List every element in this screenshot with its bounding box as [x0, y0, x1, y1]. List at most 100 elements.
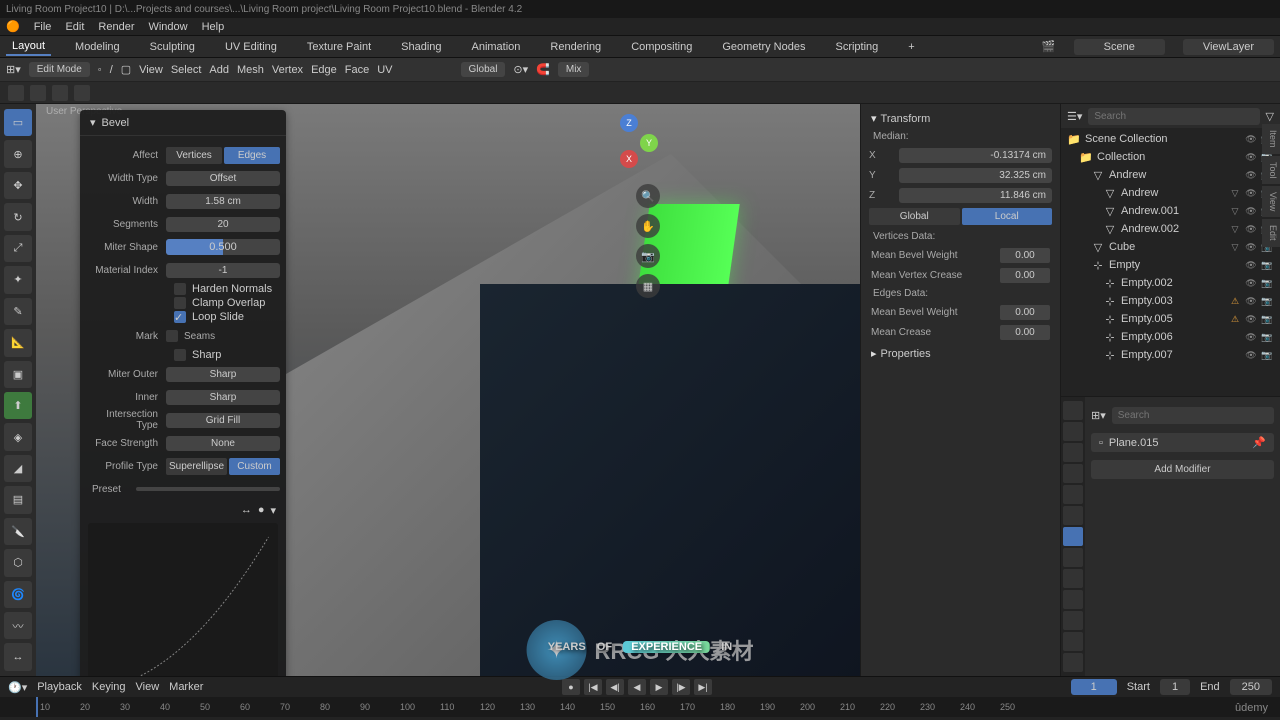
snap-edge-icon[interactable]: [30, 85, 46, 101]
facestrength-field[interactable]: None: [166, 436, 280, 451]
outliner-item[interactable]: ⊹Empty.006👁📷: [1063, 328, 1278, 346]
preset-field[interactable]: [136, 487, 280, 491]
tool-smooth[interactable]: 〰: [4, 612, 32, 639]
prop-scene-icon[interactable]: [1063, 464, 1083, 483]
menu-render[interactable]: Render: [98, 21, 134, 33]
tool-bevel[interactable]: ◢: [4, 455, 32, 482]
menu-help[interactable]: Help: [202, 21, 225, 33]
pivot-icon[interactable]: ⊙▾: [513, 63, 528, 76]
pin-icon[interactable]: 📌: [1252, 436, 1266, 449]
miterouter-field[interactable]: Sharp: [166, 367, 280, 382]
menu-edit[interactable]: Edit: [65, 21, 84, 33]
tool-transform[interactable]: ✦: [4, 266, 32, 293]
tab-comp[interactable]: Compositing: [625, 39, 698, 55]
tab-modeling[interactable]: Modeling: [69, 39, 126, 55]
local-btn[interactable]: Local: [962, 208, 1053, 225]
mvc-field[interactable]: 0.00: [1000, 268, 1050, 283]
prop-particle-icon[interactable]: [1063, 548, 1083, 567]
menu-vertex[interactable]: Vertex: [272, 64, 303, 76]
mbw2-field[interactable]: 0.00: [1000, 305, 1050, 320]
nav-gizmo[interactable]: Z Y X: [600, 114, 660, 174]
prop-physics-icon[interactable]: [1063, 569, 1083, 588]
orientation-select[interactable]: Global: [461, 62, 506, 77]
seams-check[interactable]: Seams: [184, 331, 215, 342]
axis-z[interactable]: Z: [620, 114, 638, 132]
tool-addcube[interactable]: ▣: [4, 361, 32, 388]
operator-title[interactable]: ▾ Bevel: [80, 110, 286, 136]
menu-file[interactable]: File: [34, 21, 52, 33]
sharp-check[interactable]: Sharp: [86, 349, 280, 361]
tool-annotate[interactable]: ✎: [4, 298, 32, 325]
prop-material-icon[interactable]: [1063, 632, 1083, 651]
scene-field[interactable]: Scene: [1074, 39, 1165, 55]
tab-item[interactable]: Item: [1262, 124, 1280, 154]
menu-view[interactable]: View: [139, 64, 163, 76]
outliner-search[interactable]: [1088, 108, 1259, 125]
curve-pan-icon[interactable]: ↔: [241, 504, 252, 517]
tool-measure[interactable]: 📐: [4, 329, 32, 356]
zoom-icon[interactable]: 🔍: [636, 184, 660, 208]
outliner-tree[interactable]: 📁Scene Collection👁📷📁Collection👁📷▽Andrew👁…: [1061, 128, 1280, 396]
loop-slide-check[interactable]: ✓Loop Slide: [86, 311, 280, 323]
prop-constraint-icon[interactable]: [1063, 590, 1083, 609]
play-rev-icon[interactable]: ◀: [628, 679, 646, 695]
profile-curve[interactable]: [88, 523, 278, 676]
tab-uv[interactable]: UV Editing: [219, 39, 283, 55]
tab-edit[interactable]: Edit: [1262, 219, 1280, 247]
affect-vertices[interactable]: Vertices: [166, 147, 222, 164]
tab-view[interactable]: View: [1262, 186, 1280, 217]
mbw-field[interactable]: 0.00: [1000, 248, 1050, 263]
tab-add[interactable]: +: [902, 39, 920, 55]
start-frame[interactable]: 1: [1160, 679, 1190, 695]
outliner-item[interactable]: ▽Andrew.002▽👁📷: [1063, 220, 1278, 238]
edge-select-icon[interactable]: /: [110, 64, 113, 76]
outliner-item[interactable]: ▽Andrew.001▽👁📷: [1063, 202, 1278, 220]
x-field[interactable]: -0.13174 cm: [899, 148, 1052, 163]
harden-normals-check[interactable]: Harden Normals: [86, 283, 280, 295]
menu-face[interactable]: Face: [345, 64, 369, 76]
viewport-3d[interactable]: User Perspective Z Y X 🔍 ✋ 📷 ▦ Options X…: [36, 104, 860, 676]
outliner-item[interactable]: 📁Scene Collection👁📷: [1063, 130, 1278, 148]
end-frame[interactable]: 250: [1230, 679, 1272, 695]
outliner-icon[interactable]: ☰▾: [1067, 110, 1082, 123]
tab-texpaint[interactable]: Texture Paint: [301, 39, 377, 55]
tool-extrude[interactable]: ⬆: [4, 392, 32, 419]
next-key-icon[interactable]: |▶: [672, 679, 690, 695]
editor-type-icon[interactable]: ⊞▾: [6, 63, 21, 76]
clamp-overlap-check[interactable]: Clamp Overlap: [86, 297, 280, 309]
tool-select-box[interactable]: ▭: [4, 109, 32, 136]
outliner-item[interactable]: ⊹Empty.002👁📷: [1063, 274, 1278, 292]
play-icon[interactable]: ▶: [650, 679, 668, 695]
jump-end-icon[interactable]: ▶|: [694, 679, 712, 695]
props-search[interactable]: [1112, 407, 1274, 424]
tl-keying[interactable]: Keying: [92, 681, 126, 693]
tl-playback[interactable]: Playback: [37, 681, 82, 693]
camera-icon[interactable]: 📷: [636, 244, 660, 268]
width-field[interactable]: 1.58 cm: [166, 194, 280, 209]
vert-select-icon[interactable]: ◦: [98, 64, 102, 76]
transform-header[interactable]: ▾ Transform: [865, 108, 1056, 129]
mc-field[interactable]: 0.00: [1000, 325, 1050, 340]
tab-tool[interactable]: Tool: [1262, 156, 1280, 185]
timeline-cursor[interactable]: [36, 697, 38, 717]
axis-y[interactable]: Y: [640, 134, 658, 152]
profile-custom[interactable]: Custom: [229, 458, 280, 475]
menu-select[interactable]: Select: [171, 64, 202, 76]
inner-field[interactable]: Sharp: [166, 390, 280, 405]
menu-uvh[interactable]: UV: [377, 64, 392, 76]
prev-key-icon[interactable]: ◀|: [606, 679, 624, 695]
prop-texture-icon[interactable]: [1063, 653, 1083, 672]
props-type-icon[interactable]: ⊞▾: [1091, 409, 1106, 422]
add-modifier-button[interactable]: Add Modifier: [1091, 460, 1274, 479]
z-field[interactable]: 11.846 cm: [899, 188, 1052, 203]
matindex-field[interactable]: -1: [166, 263, 280, 278]
pan-icon[interactable]: ✋: [636, 214, 660, 238]
tab-anim[interactable]: Animation: [466, 39, 527, 55]
tool-knife[interactable]: 🔪: [4, 518, 32, 545]
prop-world-icon[interactable]: [1063, 485, 1083, 504]
outliner-item[interactable]: ▽Andrew▽👁📷: [1063, 184, 1278, 202]
current-frame[interactable]: 1: [1071, 679, 1117, 695]
tool-spin[interactable]: 🌀: [4, 581, 32, 608]
tab-shading[interactable]: Shading: [395, 39, 447, 55]
outliner-item[interactable]: ▽Andrew👁📷: [1063, 166, 1278, 184]
